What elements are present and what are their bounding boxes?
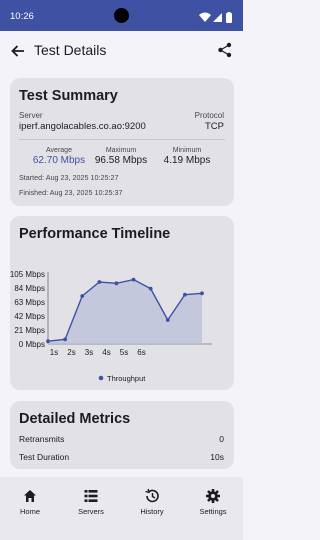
throughput-point [131, 277, 136, 282]
servers-icon [84, 490, 98, 502]
nav-servers-label: Servers [78, 507, 104, 516]
divider [19, 139, 225, 140]
performance-timeline-card: Performance Timeline 0 Mbps 21 Mbps 42 Mbp… [10, 216, 234, 390]
home-icon [24, 490, 36, 502]
throughput-point [97, 280, 102, 284]
test-summary-title: Test Summary [19, 88, 118, 104]
maximum-label: Maximum [105, 147, 137, 154]
minimum-value: 4.19 Mbps [163, 155, 211, 166]
throughput-point [182, 292, 187, 297]
throughput-chart: 0 Mbps 21 Mbps 42 Mbps 63 Mbps 84 Mbps 105 Mb… [10, 270, 212, 383]
camera-cutout [114, 8, 129, 23]
wifi-icon [199, 12, 211, 22]
share-icon [218, 42, 232, 58]
signal-icon [213, 13, 222, 22]
y-tick-label: 63 Mbps [14, 298, 45, 307]
nav-history-label: History [140, 507, 164, 516]
average-value: 62.70 Mbps [32, 155, 86, 166]
server-value: iperf.angolacables.co.ao:9200 [19, 121, 146, 132]
throughput-point [165, 318, 170, 322]
x-tick-label: 3s [85, 348, 93, 357]
throughput-point [148, 286, 153, 291]
back-button[interactable] [10, 43, 26, 59]
gear-icon [206, 489, 220, 503]
status-time: 10:26 [10, 11, 34, 22]
bottom-navigation: Home Servers History Settings [0, 477, 243, 540]
y-tick-label: 0 Mbps [19, 340, 45, 349]
nav-settings[interactable]: Settings [183, 477, 243, 540]
detailed-metrics-card: Detailed Metrics Retransmits 0 Test Dura… [10, 401, 234, 469]
share-button[interactable] [217, 42, 233, 58]
x-tick-label: 4s [102, 348, 110, 357]
app-bar: Test Details [0, 31, 243, 71]
status-bar: 10:26 [0, 0, 243, 31]
y-tick-label: 105 Mbps [10, 270, 45, 279]
x-tick-label: 6s [137, 348, 145, 357]
throughput-point [114, 281, 119, 286]
x-tick-label: 5s [120, 348, 128, 357]
arrow-back-icon [11, 45, 24, 57]
server-label: Server [19, 111, 43, 120]
test-duration-value: 10s [210, 452, 224, 462]
finished-time: Finished: Aug 23, 2025 10:25:37 [19, 188, 123, 197]
maximum-value: 96.58 Mbps [94, 155, 148, 166]
y-tick-label: 21 Mbps [14, 326, 45, 335]
status-icons [199, 10, 235, 28]
test-duration-label: Test Duration [19, 452, 70, 462]
throughput-point [200, 291, 204, 296]
retransmits-value: 0 [219, 434, 224, 444]
throughput-point [46, 339, 50, 344]
history-icon [145, 488, 159, 503]
retransmits-label: Retransmits [19, 434, 65, 444]
x-tick-label: 2s [67, 348, 75, 357]
legend-marker [98, 375, 104, 381]
nav-home[interactable]: Home [0, 477, 60, 540]
protocol-label: Protocol [194, 111, 224, 120]
throughput-area [48, 279, 202, 344]
legend-label: Throughput [107, 374, 146, 383]
nav-servers[interactable]: Servers [61, 477, 121, 540]
battery-icon [226, 12, 232, 23]
protocol-value: TCP [205, 121, 224, 132]
minimum-label: Minimum [172, 147, 202, 154]
started-time: Started: Aug 23, 2025 10:25:27 [19, 173, 119, 182]
nav-history[interactable]: History [122, 477, 182, 540]
average-label: Average [46, 147, 72, 154]
page-title: Test Details [34, 42, 107, 58]
x-tick-label: 1s [50, 348, 58, 357]
test-summary-card: Test Summary Server iperf.angolacables.c… [10, 78, 234, 206]
y-tick-label: 84 Mbps [14, 284, 45, 293]
nav-settings-label: Settings [199, 507, 227, 516]
throughput-point [63, 337, 68, 342]
throughput-point [80, 294, 85, 298]
nav-home-label: Home [19, 507, 40, 516]
detailed-metrics-title: Detailed Metrics [19, 411, 131, 427]
y-tick-label: 42 Mbps [14, 312, 45, 321]
